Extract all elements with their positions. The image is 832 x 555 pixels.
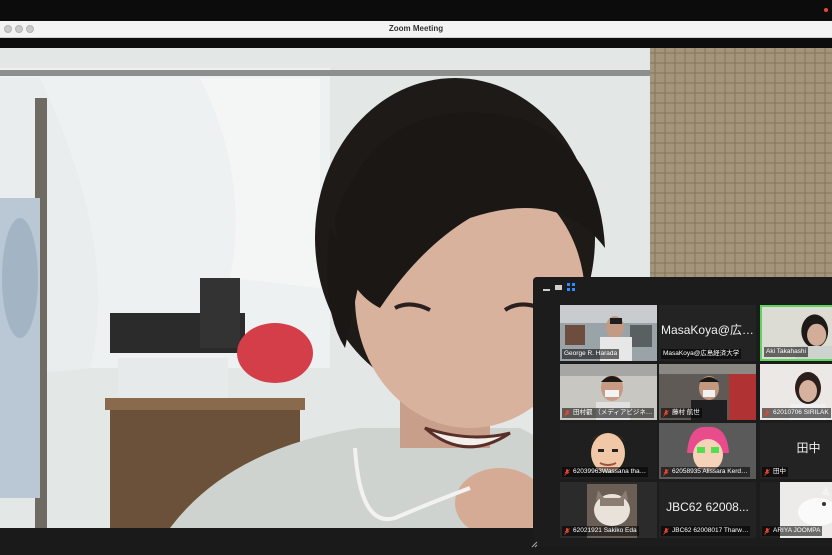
gallery-grid-view-icon[interactable] [567, 282, 576, 292]
participant-name-label: MasaKoya@広島経済大学 [661, 349, 742, 359]
muted-microphone-icon [764, 527, 770, 535]
participant-name-label: 田中 [762, 467, 788, 477]
participant-name: George R. Harada [564, 350, 618, 357]
participant-display-name: JBC62 62008... [666, 500, 749, 514]
window-title-bar: Zoom Meeting [0, 21, 832, 38]
participant-name: 62021921 Sakiko Eda [573, 527, 637, 534]
participant-display-name: MasaKoya@広… [661, 323, 754, 337]
participant-tile[interactable]: ARIYA JOOMPA [760, 482, 832, 538]
participant-name: 62058935 Alissara Kerd… [672, 468, 748, 475]
participant-tile[interactable]: MasaKoya@広… MasaKoya@広島経済大学 [659, 305, 756, 361]
participant-tile[interactable]: JBC62 62008... JBC62 62008017 Tharw… [659, 482, 756, 538]
participant-name: 62039963Wassana tha… [573, 468, 647, 475]
minimize-video-icon[interactable] [543, 282, 552, 292]
participant-tile[interactable]: George R. Harada [560, 305, 657, 361]
gallery-view-panel: George R. Harada MasaKoya@広… MasaKoya@広島経済… [533, 277, 832, 547]
participant-display-name: 田中 [796, 441, 821, 455]
participant-name-label: 62010706 SIRILAK [762, 408, 831, 418]
participant-name-label: George R. Harada [562, 349, 620, 359]
participant-name: 62010706 SIRILAK [773, 409, 829, 416]
muted-microphone-icon [663, 409, 669, 417]
participant-name: 田村叡 （メディアビジネ… [573, 409, 653, 416]
system-menu-bar [0, 0, 832, 21]
resize-handle-icon[interactable] [531, 541, 538, 548]
participant-name: 藤村 航世 [672, 409, 700, 416]
participant-name-label: 62039963Wassana tha… [562, 467, 649, 477]
participant-tile[interactable]: 62021921 Sakiko Eda [560, 482, 657, 538]
participant-tile[interactable]: 62058935 Alissara Kerd… [659, 423, 756, 479]
speaker-strip-view-icon[interactable] [555, 282, 564, 292]
muted-microphone-icon [564, 468, 570, 476]
participant-tile[interactable]: 田村叡 （メディアビジネ… [560, 364, 657, 420]
participant-name-label: Aki Takahashi [764, 347, 808, 357]
window-title: Zoom Meeting [388, 24, 444, 33]
participant-tile[interactable]: 62039963Wassana tha… [560, 423, 657, 479]
muted-microphone-icon [764, 409, 770, 417]
participant-tile[interactable]: 田中 田中 [760, 423, 832, 479]
recording-indicator-icon [824, 8, 828, 12]
participant-name: JBC62 62008017 Tharw… [672, 527, 749, 534]
participant-name: MasaKoya@広島経済大学 [663, 350, 740, 357]
participant-name-label: 62021921 Sakiko Eda [562, 526, 639, 536]
participant-name-label: ARIYA JOOMPA [762, 526, 823, 536]
participant-name-label: JBC62 62008017 Tharw… [661, 526, 751, 536]
muted-microphone-icon [663, 468, 669, 476]
participant-name: Aki Takahashi [766, 348, 806, 355]
participant-name-label: 藤村 航世 [661, 408, 702, 418]
participant-tile[interactable]: 62010706 SIRILAK [760, 364, 832, 420]
muted-microphone-icon [564, 527, 570, 535]
participant-tile[interactable]: 藤村 航世 [659, 364, 756, 420]
participant-name: 田中 [773, 468, 786, 475]
muted-microphone-icon [764, 468, 770, 476]
muted-microphone-icon [564, 409, 570, 417]
participant-name-label: 62058935 Alissara Kerd… [661, 467, 750, 477]
participant-tile[interactable]: Aki Takahashi [760, 305, 832, 361]
participant-name-label: 田村叡 （メディアビジネ… [562, 408, 655, 418]
muted-microphone-icon [663, 527, 669, 535]
participant-name: ARIYA JOOMPA [773, 527, 821, 534]
